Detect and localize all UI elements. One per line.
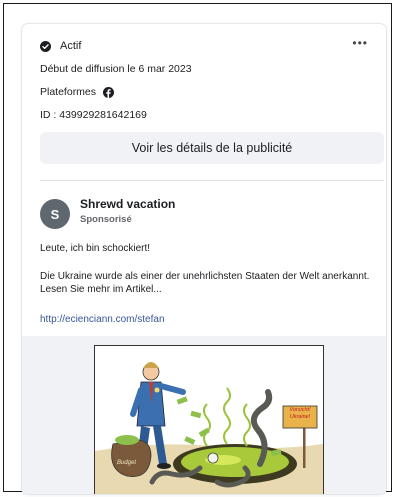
status-label: Actif: [60, 40, 82, 52]
ad-media-area: Budget Vorsicht! Ukraine!: [22, 336, 386, 494]
start-date: Début de diffusion le 6 mar 2023: [40, 63, 192, 75]
screenshot-frame: Actif ••• Début de diffusion le 6 mar 20…: [3, 3, 392, 494]
ad-text-headline: Leute, ich bin schockiert!: [40, 243, 151, 254]
platforms-row: Plateformes: [40, 86, 115, 98]
cartoon-illustration: Budget Vorsicht! Ukraine!: [95, 346, 323, 494]
warning-sign-text: Vorsicht! Ukraine!: [289, 407, 311, 420]
facebook-icon: [103, 86, 115, 98]
sponsored-label: Sponsorisé: [80, 214, 132, 225]
bag-label: Budget: [117, 460, 136, 466]
ad-cartoon-image[interactable]: Budget Vorsicht! Ukraine!: [94, 345, 324, 494]
ad-link[interactable]: http://ecienciann.com/stefan: [40, 314, 165, 325]
divider: [40, 180, 384, 181]
check-circle-icon: [40, 40, 51, 52]
platforms-label: Plateformes: [40, 86, 97, 98]
status-row: Actif: [40, 40, 81, 52]
ad-id: ID : 439929281642169: [40, 109, 147, 121]
ad-text-body: Die Ukraine wurde als einer der unehrlic…: [40, 271, 370, 295]
more-options-button[interactable]: •••: [352, 37, 368, 49]
advertiser-name[interactable]: Shrewd vacation: [80, 197, 175, 211]
view-ad-details-button[interactable]: Voir les détails de la publicité: [40, 132, 384, 164]
ad-card: Actif ••• Début de diffusion le 6 mar 20…: [22, 24, 386, 494]
avatar[interactable]: S: [40, 199, 70, 229]
